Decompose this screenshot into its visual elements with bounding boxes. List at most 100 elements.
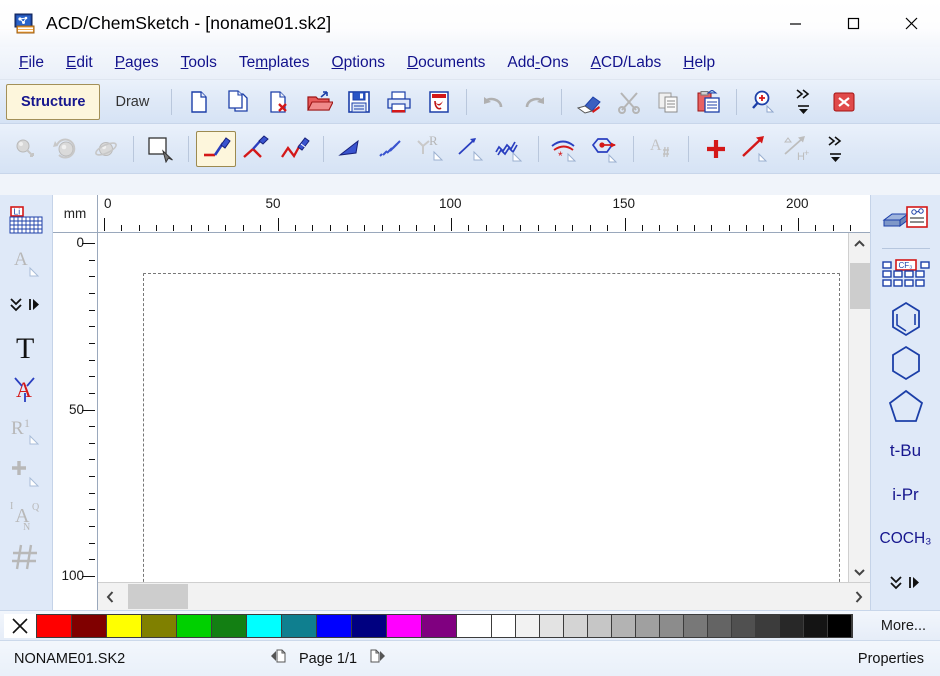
close-button[interactable] (882, 0, 940, 47)
color-swatch[interactable] (72, 614, 107, 637)
atom-label-icon[interactable]: A (641, 131, 681, 167)
scroll-right-button[interactable] (846, 583, 870, 610)
horizontal-scrollbar[interactable] (98, 582, 870, 610)
benzene-ring-icon[interactable] (875, 297, 937, 341)
eraser-icon[interactable] (569, 84, 609, 120)
toolbar-overflow-icon[interactable] (784, 84, 824, 120)
atom-symbol-icon[interactable]: A (4, 242, 48, 284)
reaction-arrow-icon[interactable] (736, 131, 776, 167)
gray-swatch[interactable] (732, 614, 756, 637)
color-swatches[interactable] (36, 613, 853, 638)
atom-3d-rotate-icon[interactable] (6, 131, 46, 167)
gray-swatch[interactable] (660, 614, 684, 637)
color-swatch[interactable] (422, 614, 457, 637)
color-swatch[interactable] (177, 614, 212, 637)
gray-swatch[interactable] (636, 614, 660, 637)
menu-templates[interactable]: Templates (228, 50, 321, 76)
cyclohexane-ring-icon[interactable] (875, 341, 937, 385)
gray-swatch[interactable] (804, 614, 828, 637)
next-page-icon[interactable] (369, 647, 391, 670)
gray-swatch[interactable] (828, 614, 852, 637)
cut-scissors-icon[interactable] (609, 84, 649, 120)
menu-help[interactable]: Help (672, 50, 726, 76)
close-document-icon[interactable] (824, 84, 864, 120)
menu-tools[interactable]: Tools (170, 50, 228, 76)
minimize-button[interactable] (766, 0, 824, 47)
coch3-group-button[interactable]: COCH₃ (875, 517, 937, 561)
text-tool-icon[interactable]: T (4, 326, 48, 368)
isotope-icon[interactable]: I A Q N (4, 494, 48, 536)
draw-chain-icon[interactable] (236, 131, 276, 167)
r-group-icon[interactable]: R (411, 131, 451, 167)
add-plus-icon[interactable] (696, 131, 736, 167)
menu-addons[interactable]: Add-Ons (496, 50, 579, 76)
vertical-scrollbar[interactable] (848, 233, 870, 582)
copy-icon[interactable] (649, 84, 689, 120)
r-superscript-icon[interactable]: R 1 (4, 410, 48, 452)
no-color-swatch[interactable] (4, 613, 36, 638)
expand-collapse-icon[interactable] (875, 561, 937, 605)
optimize-3d-icon[interactable] (46, 131, 86, 167)
gray-swatch[interactable] (780, 614, 804, 637)
color-swatch[interactable] (282, 614, 317, 637)
undo-icon[interactable] (474, 84, 514, 120)
open-folder-icon[interactable] (299, 84, 339, 120)
gray-swatch[interactable] (516, 614, 540, 637)
gray-swatch[interactable] (492, 614, 516, 637)
color-swatch[interactable] (317, 614, 352, 637)
gray-swatch[interactable] (612, 614, 636, 637)
redo-icon[interactable] (514, 84, 554, 120)
color-swatch[interactable] (247, 614, 282, 637)
toolbar-overflow-icon[interactable] (816, 131, 856, 167)
vertical-scroll-thumb[interactable] (850, 263, 870, 309)
periodic-table-icon[interactable]: Li (4, 200, 48, 242)
aromatic-ring-icon[interactable]: * (546, 131, 586, 167)
color-swatch[interactable] (387, 614, 422, 637)
menu-pages[interactable]: Pages (104, 50, 170, 76)
templates-window-icon[interactable] (875, 200, 937, 244)
drawing-canvas[interactable] (98, 233, 848, 582)
color-swatch[interactable] (107, 614, 142, 637)
maximize-button[interactable] (824, 0, 882, 47)
new-page-icon[interactable] (219, 84, 259, 120)
new-document-icon[interactable] (179, 84, 219, 120)
scroll-up-button[interactable] (849, 233, 871, 255)
tbu-group-button[interactable]: t-Bu (875, 429, 937, 473)
cyclopentane-ring-icon[interactable] (875, 385, 937, 429)
charge-plus-icon[interactable] (4, 452, 48, 494)
charge-h-icon[interactable]: H + (776, 131, 816, 167)
gray-swatch[interactable] (684, 614, 708, 637)
polymer-bond-icon[interactable] (491, 131, 531, 167)
radical-table-icon[interactable]: CF₃ (875, 253, 937, 297)
ipr-group-button[interactable]: i-Pr (875, 473, 937, 517)
mode-structure-button[interactable]: Structure (6, 83, 101, 120)
gray-swatch[interactable] (708, 614, 732, 637)
zoom-in-icon[interactable] (744, 84, 784, 120)
mode-draw-button[interactable]: Draw (100, 84, 164, 120)
color-swatch[interactable] (37, 614, 72, 637)
previous-page-icon[interactable] (265, 647, 287, 670)
arrow-bond-icon[interactable] (451, 131, 491, 167)
atom-label-edit-icon[interactable]: A (4, 368, 48, 410)
clean-structure-icon[interactable] (86, 131, 126, 167)
grid-hash-icon[interactable] (4, 536, 48, 578)
expand-collapse-icon[interactable] (4, 284, 48, 326)
export-pdf-icon[interactable] (419, 84, 459, 120)
menu-documents[interactable]: Documents (396, 50, 496, 76)
menu-acdlabs[interactable]: ACD/Labs (580, 50, 673, 76)
delete-page-icon[interactable] (259, 84, 299, 120)
vertical-ruler[interactable]: 0 50 100 (53, 233, 98, 582)
gray-swatch[interactable] (564, 614, 588, 637)
cyclize-icon[interactable] (586, 131, 626, 167)
menu-file[interactable]: File (8, 50, 55, 76)
color-swatch[interactable] (352, 614, 387, 637)
properties-button[interactable]: Properties (858, 651, 924, 667)
scroll-left-button[interactable] (98, 583, 122, 610)
color-swatch[interactable] (457, 614, 492, 637)
scroll-down-button[interactable] (849, 560, 871, 582)
print-icon[interactable] (379, 84, 419, 120)
more-colors-button[interactable]: More... (881, 618, 926, 634)
menu-options[interactable]: Options (321, 50, 396, 76)
gray-swatch[interactable] (756, 614, 780, 637)
draw-normal-bond-icon[interactable] (196, 130, 236, 167)
